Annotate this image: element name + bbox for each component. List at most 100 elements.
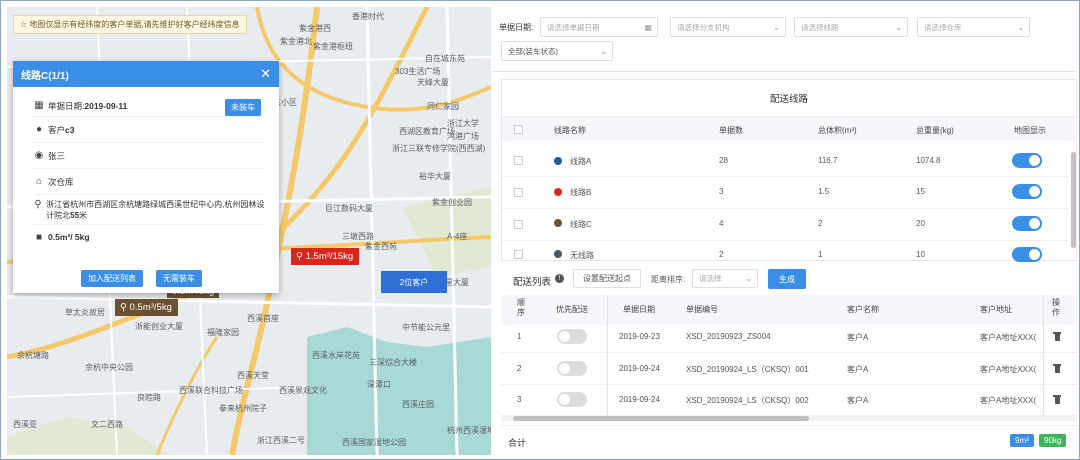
map-label: 西溪首座 <box>247 314 279 323</box>
chevron-down-icon: ⌄ <box>895 22 902 32</box>
horizontal-scrollbar[interactable] <box>513 416 809 421</box>
map-label: 浙能创业大厦 <box>135 322 183 331</box>
warehouse-name: 次仓库 <box>48 176 74 187</box>
route-select[interactable]: 请选择线路 ⌄ <box>794 17 908 37</box>
popup-title: 线路C(1/1) <box>21 70 69 82</box>
branch-select[interactable]: 请选择分支机构 ⌄ <box>670 17 786 37</box>
divider <box>501 425 1077 426</box>
row-checkbox[interactable] <box>514 156 523 165</box>
popup-header: 线路C(1/1) ✕ <box>13 61 279 87</box>
close-icon[interactable]: ✕ <box>260 66 271 82</box>
route-name: 线路A <box>570 157 592 166</box>
col-header: 单据日期 <box>623 305 655 314</box>
map-display-toggle[interactable] <box>1012 153 1042 168</box>
map-label: 良睦路 <box>137 393 161 402</box>
row-date: 2019-09-24 <box>619 364 660 373</box>
map-notice: ☆ 地图仅显示有经纬度的客户单据,请先维护好客户经纬度信息 <box>13 15 247 34</box>
trash-icon[interactable] <box>1053 395 1061 404</box>
priority-toggle[interactable] <box>557 392 587 407</box>
row-customer: 客户A <box>847 365 869 374</box>
route-count: 2 <box>719 250 724 259</box>
status-button[interactable]: 未装车 <box>225 99 261 116</box>
warehouse-select[interactable]: 请选择仓库 ⌄ <box>917 17 1030 37</box>
generate-button[interactable]: 生成 <box>768 269 806 289</box>
map-marker-brown[interactable]: ⚲ 0.5m³/5kg <box>115 299 178 316</box>
contact-name: 张三 <box>48 150 66 161</box>
route-color-dot <box>554 157 562 165</box>
col-header: 线路名称 <box>554 126 586 135</box>
popup-customer-row: ● 客户 c3 <box>33 117 265 143</box>
column-divider <box>607 295 608 419</box>
date-label: 单据日期: <box>48 100 85 111</box>
route-weight: 10 <box>916 250 925 259</box>
row-checkbox[interactable] <box>514 188 523 197</box>
sort-select[interactable]: 请选择 ⌄ <box>692 269 758 288</box>
calendar-icon: ▦ <box>644 22 652 32</box>
map-marker-red[interactable]: ⚲ 1.5m³/15kg <box>291 248 360 265</box>
priority-toggle[interactable] <box>557 329 587 344</box>
no-load-button[interactable]: 无需装车 <box>156 270 202 287</box>
map-label: 西溪庄园 <box>402 400 434 409</box>
col-header-seq: 顺序 <box>517 298 525 317</box>
routes-card: 配送线路 线路名称 单据数 总体积(m³) 总重量(kg) 地图显示 线路A 2… <box>501 79 1078 262</box>
row-date: 2019-09-24 <box>619 395 660 404</box>
map-label: 西溪国家湿地公园 <box>342 438 406 447</box>
divider <box>502 240 1068 241</box>
route-color-dot <box>554 188 562 196</box>
map-label: 紫金创业园 <box>432 198 472 207</box>
map-label: 余杭塘路 <box>17 351 49 360</box>
trash-icon[interactable] <box>1053 364 1061 373</box>
total-volume-badge: 9m³ <box>1010 434 1034 447</box>
map-label: 紫金西苑 <box>365 242 397 251</box>
row-address: 客户A地址XXX( <box>980 333 1037 342</box>
map-label: 紫金港北 <box>280 37 312 46</box>
row-address: 客户A地址XXX( <box>980 365 1037 374</box>
trash-icon[interactable] <box>1053 332 1061 341</box>
map-view[interactable]: ☆ 地图仅显示有经纬度的客户单据,请先维护好客户经纬度信息 紫金港西 紫金港北 … <box>7 7 491 455</box>
delivery-title: 配送列表 <box>513 277 552 288</box>
row-address: 客户A地址XXX( <box>980 396 1037 405</box>
row-customer: 客户A <box>847 333 869 342</box>
routes-scrollbar[interactable] <box>1071 152 1076 248</box>
set-start-button[interactable]: 设置配送起点 <box>573 269 641 288</box>
route-weight: 20 <box>916 219 925 228</box>
row-seq: 1 <box>517 332 522 341</box>
right-panel: 单据日期: 请选择单据日期 ▦ 请选择分支机构 ⌄ 请选择线路 ⌄ 请选择仓库 ⌄ 全部… <box>493 7 1078 455</box>
popup-address-row: ⚲ 浙江省杭州市西湖区余杭塘路绿城西溪世纪中心内,杭州园林设计院北55米 <box>33 195 265 225</box>
map-cluster-marker[interactable]: 2位客户 <box>381 271 447 293</box>
map-display-toggle[interactable] <box>1012 184 1042 199</box>
load-status-select[interactable]: 全部(装车状态) ⌄ <box>501 41 613 61</box>
home-icon: ⌂ <box>35 176 43 187</box>
route-weight: 1074.8 <box>916 156 941 165</box>
info-icon[interactable]: ! <box>555 274 564 283</box>
row-checkbox[interactable] <box>514 220 523 229</box>
popup-date-row: ▦ 单据日期: 2019-09-11 未装车 <box>33 95 265 117</box>
marker-label: 1.5m³/15kg <box>305 251 354 262</box>
map-label: 西溪水岸花苑 <box>312 351 360 360</box>
map-label: 裕华大厦 <box>419 172 451 181</box>
select-all-checkbox[interactable] <box>514 125 523 134</box>
map-label: 紫金港西 <box>299 24 331 33</box>
map-label: 天峰大厦 <box>417 78 449 87</box>
col-header-op: 操作 <box>1052 298 1060 317</box>
route-count: 28 <box>719 156 728 165</box>
divider <box>502 208 1068 209</box>
map-label: 西溪天堂 <box>237 371 269 380</box>
map-display-toggle[interactable] <box>1012 247 1042 262</box>
popup-warehouse-row: ⌂ 次仓库 <box>33 169 265 195</box>
map-display-toggle[interactable] <box>1012 216 1042 231</box>
contact-icon: ◉ <box>34 150 44 161</box>
map-label: 香港时代 <box>352 12 384 21</box>
priority-toggle[interactable] <box>557 361 587 376</box>
date-filter-input[interactable]: 请选择单据日期 ▦ <box>540 17 658 37</box>
route-volume: 1.5 <box>818 187 830 196</box>
map-label: 自在城东苑 <box>425 54 465 63</box>
route-count: 4 <box>719 219 724 228</box>
total-label: 合计 <box>508 438 527 448</box>
add-to-delivery-button[interactable]: 加入配送列表 <box>81 270 143 287</box>
map-label: 文二西路 <box>91 420 123 429</box>
map-label: 中节能公元里 <box>402 323 450 332</box>
row-seq: 3 <box>517 395 522 404</box>
calendar-icon: ▦ <box>34 100 44 111</box>
row-checkbox[interactable] <box>514 250 523 259</box>
